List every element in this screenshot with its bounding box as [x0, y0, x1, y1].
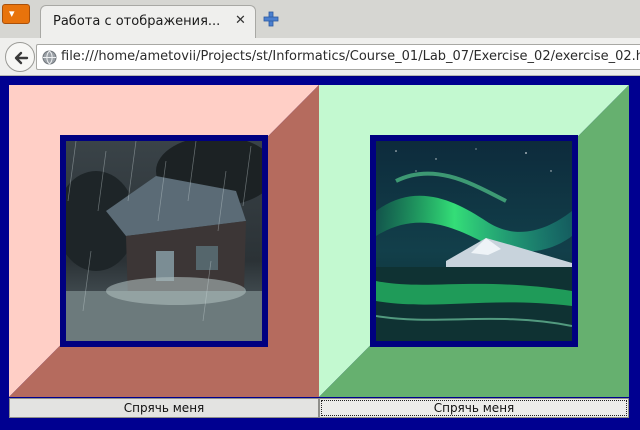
tab-bar: ▾ Работа с отображения... ✕	[0, 0, 640, 38]
app-menu-icon: ▾	[9, 7, 15, 20]
rainy-house-photo	[60, 135, 268, 347]
aurora-lake-photo	[370, 135, 578, 347]
address-bar[interactable]: file:///home/ametovii/Projects/st/Inform…	[36, 44, 640, 70]
page-content: Спрячь меня Спрячь меня	[0, 77, 640, 430]
tab-title: Работа с отображения...	[53, 14, 221, 29]
close-tab-icon[interactable]: ✕	[235, 14, 249, 28]
app-menu-button[interactable]: ▾	[2, 4, 30, 24]
url-text: file:///home/ametovii/Projects/st/Inform…	[61, 49, 640, 64]
navigation-bar: file:///home/ametovii/Projects/st/Inform…	[0, 38, 640, 76]
image-panel-1	[9, 85, 319, 397]
back-arrow-icon	[14, 51, 29, 65]
back-button[interactable]	[5, 42, 35, 72]
browser-tab[interactable]: Работа с отображения... ✕	[40, 5, 256, 38]
new-tab-button[interactable]	[262, 10, 280, 28]
hide-button-1[interactable]: Спрячь меня	[9, 398, 319, 418]
globe-icon	[42, 50, 57, 65]
plus-icon	[263, 11, 279, 27]
hide-button-2[interactable]: Спрячь меня	[319, 398, 629, 418]
image-panel-2	[319, 85, 629, 397]
